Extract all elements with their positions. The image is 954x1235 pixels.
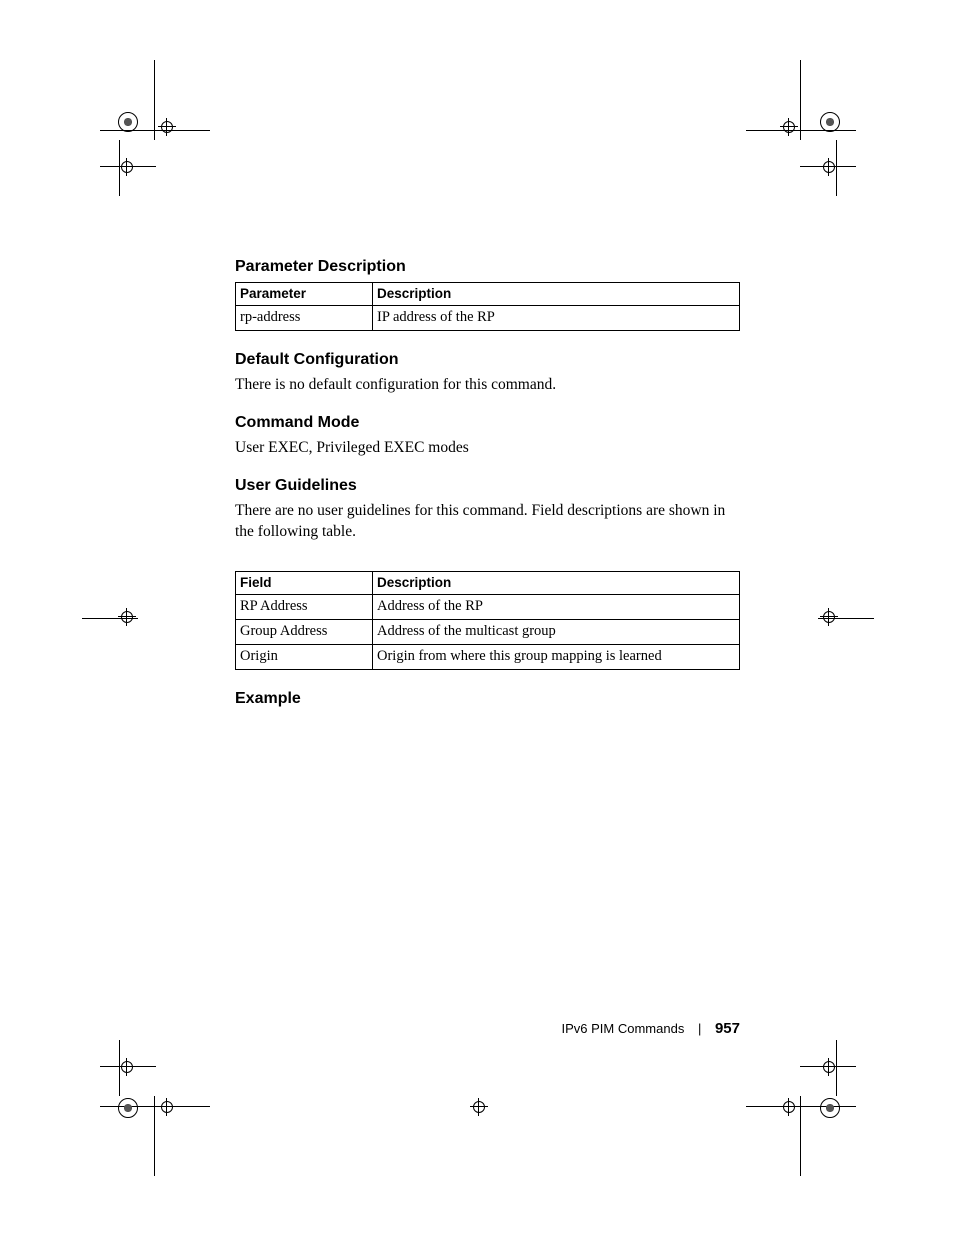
crop-target-icon: [118, 158, 136, 176]
table-cell: RP Address: [236, 594, 373, 619]
field-table: Field Description RP Address Address of …: [235, 571, 740, 670]
table-row: Origin Origin from where this group mapp…: [236, 644, 740, 669]
body-text: User EXEC, Privileged EXEC modes: [235, 438, 740, 459]
table-row: rp-address IP address of the RP: [236, 306, 740, 331]
crop-target-icon: [780, 118, 798, 136]
footer-section-title: IPv6 PIM Commands: [562, 1021, 685, 1036]
crop-mark: [100, 130, 210, 131]
table-cell: Group Address: [236, 619, 373, 644]
table-header: Description: [373, 283, 740, 306]
table-cell: Origin from where this group mapping is …: [373, 644, 740, 669]
page-body: Parameter Description Parameter Descript…: [235, 258, 740, 714]
table-cell: Address of the multicast group: [373, 619, 740, 644]
crop-mark: [800, 60, 801, 140]
heading-default-configuration: Default Configuration: [235, 351, 740, 369]
crop-mark: [154, 1096, 155, 1176]
heading-parameter-description: Parameter Description: [235, 258, 740, 276]
crop-target-icon: [158, 1098, 176, 1116]
registration-mark-icon: [118, 1098, 138, 1118]
crop-target-icon: [780, 1098, 798, 1116]
heading-example: Example: [235, 690, 740, 708]
crop-mark: [800, 1096, 801, 1176]
registration-mark-icon: [820, 112, 840, 132]
table-cell: IP address of the RP: [373, 306, 740, 331]
table-header: Parameter: [236, 283, 373, 306]
crop-mark: [154, 60, 155, 140]
crop-target-icon: [118, 1058, 136, 1076]
table-cell: rp-address: [236, 306, 373, 331]
body-text: There are no user guidelines for this co…: [235, 501, 740, 543]
crop-mark: [100, 1106, 210, 1107]
parameter-table: Parameter Description rp-address IP addr…: [235, 282, 740, 331]
heading-user-guidelines: User Guidelines: [235, 477, 740, 495]
crop-target-icon: [470, 1098, 488, 1116]
crop-mark: [746, 130, 856, 131]
crop-target-icon: [820, 1058, 838, 1076]
table-cell: Address of the RP: [373, 594, 740, 619]
registration-mark-icon: [118, 112, 138, 132]
footer-separator-icon: |: [698, 1021, 701, 1036]
table-header: Description: [373, 571, 740, 594]
page-footer: IPv6 PIM Commands | 957: [235, 1020, 740, 1037]
body-text: There is no default configuration for th…: [235, 375, 740, 396]
table-cell: Origin: [236, 644, 373, 669]
crop-target-icon: [158, 118, 176, 136]
page-number: 957: [715, 1020, 740, 1037]
table-row: Group Address Address of the multicast g…: [236, 619, 740, 644]
table-header: Field: [236, 571, 373, 594]
table-row: RP Address Address of the RP: [236, 594, 740, 619]
heading-command-mode: Command Mode: [235, 414, 740, 432]
crop-target-icon: [118, 608, 136, 626]
crop-target-icon: [820, 158, 838, 176]
crop-target-icon: [820, 608, 838, 626]
registration-mark-icon: [820, 1098, 840, 1118]
